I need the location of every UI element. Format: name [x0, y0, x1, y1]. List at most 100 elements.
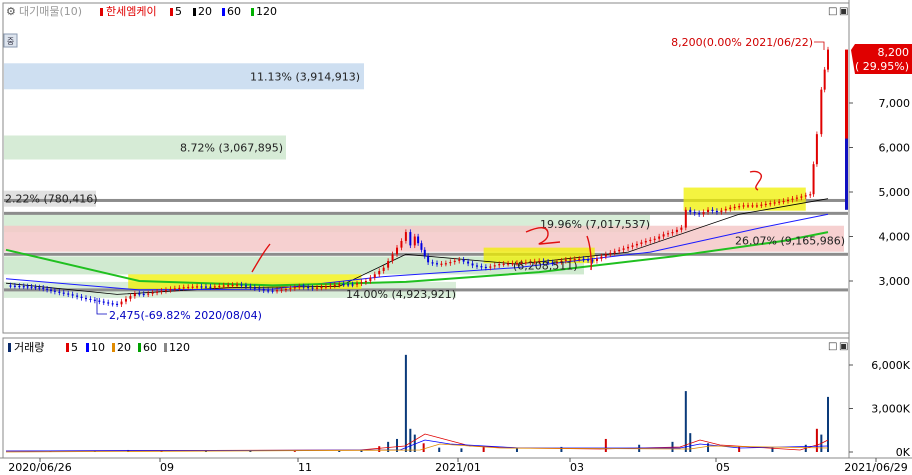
volume-bar: [438, 447, 441, 452]
candle-body: [120, 301, 123, 305]
volume-profile-label-2: 2.22% (780,416): [5, 193, 98, 206]
candle-body: [142, 293, 145, 296]
candle-body: [773, 202, 776, 204]
price-tick-label: 6,000: [879, 142, 911, 155]
volume-bar: [338, 450, 341, 452]
date-tick-label: 05: [716, 461, 730, 474]
candle-body: [804, 195, 807, 197]
candle-body: [689, 209, 692, 213]
candle-body: [169, 289, 172, 291]
candle-body: [827, 49, 829, 70]
candle-body: [387, 260, 390, 268]
volume-profile-label-5: (6,208,511): [513, 259, 578, 272]
candle-body: [449, 262, 452, 264]
volume-legend-swatch: [8, 343, 11, 352]
volume-legend-title: 거래량: [14, 341, 44, 354]
candle-body: [9, 285, 12, 287]
candle-body: [653, 238, 656, 240]
candle-body: [715, 210, 718, 213]
candle-body: [475, 265, 478, 267]
candle-body: [396, 247, 399, 255]
price-level-line-1: [4, 252, 848, 256]
date-tick-label: 09: [160, 461, 174, 474]
volume-bar: [738, 446, 741, 452]
candle-body: [253, 287, 256, 289]
candle-body: [107, 302, 110, 304]
candle-body: [258, 288, 261, 290]
candle-body: [453, 260, 456, 263]
candle-body: [84, 297, 87, 300]
maximize-button[interactable]: □: [828, 6, 837, 17]
candle-body: [236, 284, 239, 286]
candle-body: [498, 264, 501, 266]
candle-body: [747, 205, 750, 207]
low-annotation: 2,475(-69.82% 2020/08/04): [109, 309, 262, 322]
candle-body: [720, 210, 723, 213]
legend-stock-swatch: [100, 8, 103, 16]
candle-body: [823, 69, 826, 90]
candle-body: [671, 232, 674, 234]
candle-body: [147, 293, 150, 295]
volume-maximize-button[interactable]: □: [828, 341, 837, 352]
candle-body: [280, 289, 283, 291]
price-tick-label: 5,000: [879, 186, 911, 199]
legend-ma-swatch-120: [251, 8, 254, 16]
candle-body: [800, 196, 803, 198]
volume-profile-label-6: 14.00% (4,923,921): [346, 288, 456, 301]
candle-body: [480, 266, 483, 268]
volume-bar: [413, 434, 416, 452]
volume-tick-label: 0K: [896, 446, 911, 459]
candle-body: [423, 249, 426, 257]
candle-body: [164, 289, 167, 292]
candle-body: [507, 263, 510, 265]
legend-ma-label-120: 120: [256, 5, 277, 18]
highlight-zone-2: [683, 187, 806, 211]
candle-body: [769, 203, 772, 205]
date-tick-label: 2021/06/29: [844, 461, 907, 474]
candle-body: [196, 286, 199, 288]
candle-body: [351, 284, 354, 286]
candle-body: [213, 286, 216, 288]
candle-body: [209, 286, 212, 288]
candle-body: [302, 286, 305, 288]
candle-body: [49, 289, 52, 291]
settings-icon[interactable]: ⚙: [6, 5, 16, 18]
candle-body: [138, 293, 141, 295]
candle-body: [360, 282, 363, 284]
candle-body: [635, 243, 638, 246]
candle-body: [42, 287, 45, 289]
candle-body: [420, 243, 423, 250]
candle-body: [427, 256, 430, 263]
price-tick-label: 7,000: [879, 97, 911, 110]
candle-body: [471, 263, 474, 266]
candle-body: [324, 286, 327, 288]
candle-body: [289, 288, 292, 290]
candle-body: [307, 286, 310, 289]
candle-body: [182, 287, 185, 289]
volume-legend-ma-swatch-60: [138, 343, 141, 352]
candle-body: [698, 213, 701, 215]
candle-body: [795, 197, 798, 199]
candle-body: [667, 233, 670, 235]
volume-close-button[interactable]: ▣: [839, 341, 848, 352]
candle-body: [98, 300, 101, 302]
legend-ma-swatch-20: [193, 8, 196, 16]
volume-tick-label: 6,000K: [871, 359, 910, 372]
candle-body: [604, 254, 607, 257]
candle-body: [600, 256, 603, 259]
candle-body: [30, 286, 33, 288]
candle-body: [484, 266, 487, 269]
candle-body: [417, 236, 420, 244]
volume-bar: [827, 396, 829, 452]
candle-body: [22, 286, 25, 288]
candle-body: [729, 207, 732, 210]
volume-bar: [460, 448, 463, 452]
volume-legend-ma-label-60: 60: [143, 341, 157, 354]
price-legend: ⚙ 대기매물(10) 한세엠케이 5 20 60 120: [6, 5, 277, 18]
close-button[interactable]: ▣: [839, 6, 848, 17]
candle-body: [191, 286, 194, 288]
candle-body: [711, 209, 714, 211]
candle-body: [702, 212, 705, 215]
candle-body: [733, 206, 736, 209]
volume-bar: [293, 451, 296, 452]
